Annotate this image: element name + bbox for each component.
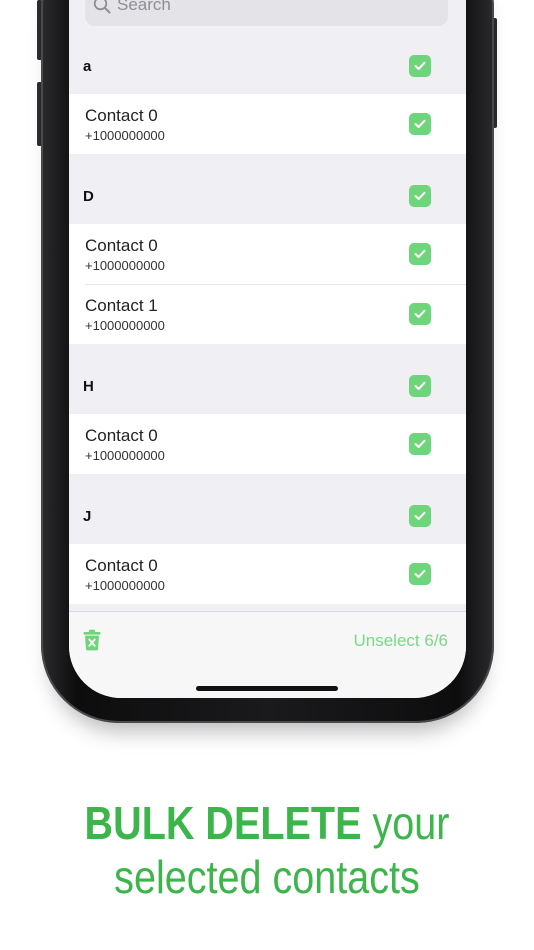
section-header-h[interactable]: H xyxy=(69,344,466,414)
section-checkbox[interactable] xyxy=(409,185,431,207)
section-letter: a xyxy=(83,57,92,75)
section-header-a[interactable]: a xyxy=(69,38,466,94)
section-letter: J xyxy=(83,507,92,525)
contact-phone: +1000000000 xyxy=(85,447,165,463)
section-checkbox[interactable] xyxy=(409,505,431,527)
contact-row[interactable]: Contact 0 +1000000000 xyxy=(69,544,466,604)
section-checkbox[interactable] xyxy=(409,55,431,77)
contact-list: a Contact 0 +1000000000 D Contact 0 +100… xyxy=(69,38,466,604)
section-header-d[interactable]: D xyxy=(69,154,466,224)
checkmark-icon xyxy=(414,61,426,70)
search-icon xyxy=(93,0,111,14)
home-indicator xyxy=(196,686,338,691)
search-placeholder: Search xyxy=(117,0,171,14)
checkmark-icon xyxy=(414,119,426,128)
contact-checkbox[interactable] xyxy=(409,303,431,325)
contact-name: Contact 0 xyxy=(85,105,158,125)
checkmark-icon xyxy=(414,439,426,448)
section-letter: D xyxy=(83,187,94,205)
section-checkbox[interactable] xyxy=(409,375,431,397)
contact-name: Contact 0 xyxy=(85,235,158,255)
checkmark-icon xyxy=(414,511,426,520)
caption-line-1: BULK DELETE your xyxy=(37,796,496,850)
contact-phone: +1000000000 xyxy=(85,317,165,333)
contact-name: Contact 0 xyxy=(85,425,158,445)
caption-rest: your xyxy=(372,797,450,849)
contact-row[interactable]: Contact 1 +1000000000 xyxy=(69,284,466,344)
contact-row[interactable]: Contact 0 +1000000000 xyxy=(69,224,466,284)
bottom-toolbar: Unselect 6/6 xyxy=(69,611,466,698)
trash-icon[interactable] xyxy=(83,629,101,656)
checkmark-icon xyxy=(414,381,426,390)
contact-phone: +1000000000 xyxy=(85,577,165,593)
section-header-j[interactable]: J xyxy=(69,474,466,544)
contact-row[interactable]: Contact 0 +1000000000 xyxy=(69,94,466,154)
contact-row[interactable]: Contact 0 +1000000000 xyxy=(69,414,466,474)
contact-checkbox[interactable] xyxy=(409,563,431,585)
promo-caption: BULK DELETE your selected contacts xyxy=(37,796,496,904)
checkmark-icon xyxy=(414,249,426,258)
search-bar[interactable]: Search xyxy=(85,0,448,26)
checkmark-icon xyxy=(414,309,426,318)
unselect-all-button[interactable]: Unselect 6/6 xyxy=(354,631,449,651)
contact-checkbox[interactable] xyxy=(409,433,431,455)
checkmark-icon xyxy=(414,191,426,200)
contact-name: Contact 0 xyxy=(85,555,158,575)
contact-phone: +1000000000 xyxy=(85,127,165,143)
contact-checkbox[interactable] xyxy=(409,113,431,135)
contact-phone: +1000000000 xyxy=(85,257,165,273)
caption-bold: BULK DELETE xyxy=(84,797,362,849)
checkmark-icon xyxy=(414,569,426,578)
contact-name: Contact 1 xyxy=(85,295,158,315)
caption-line-2: selected contacts xyxy=(114,851,420,903)
section-letter: H xyxy=(83,377,94,395)
phone-screen: Search a Contact 0 +1000000000 D Contact… xyxy=(69,0,466,698)
contact-checkbox[interactable] xyxy=(409,243,431,265)
